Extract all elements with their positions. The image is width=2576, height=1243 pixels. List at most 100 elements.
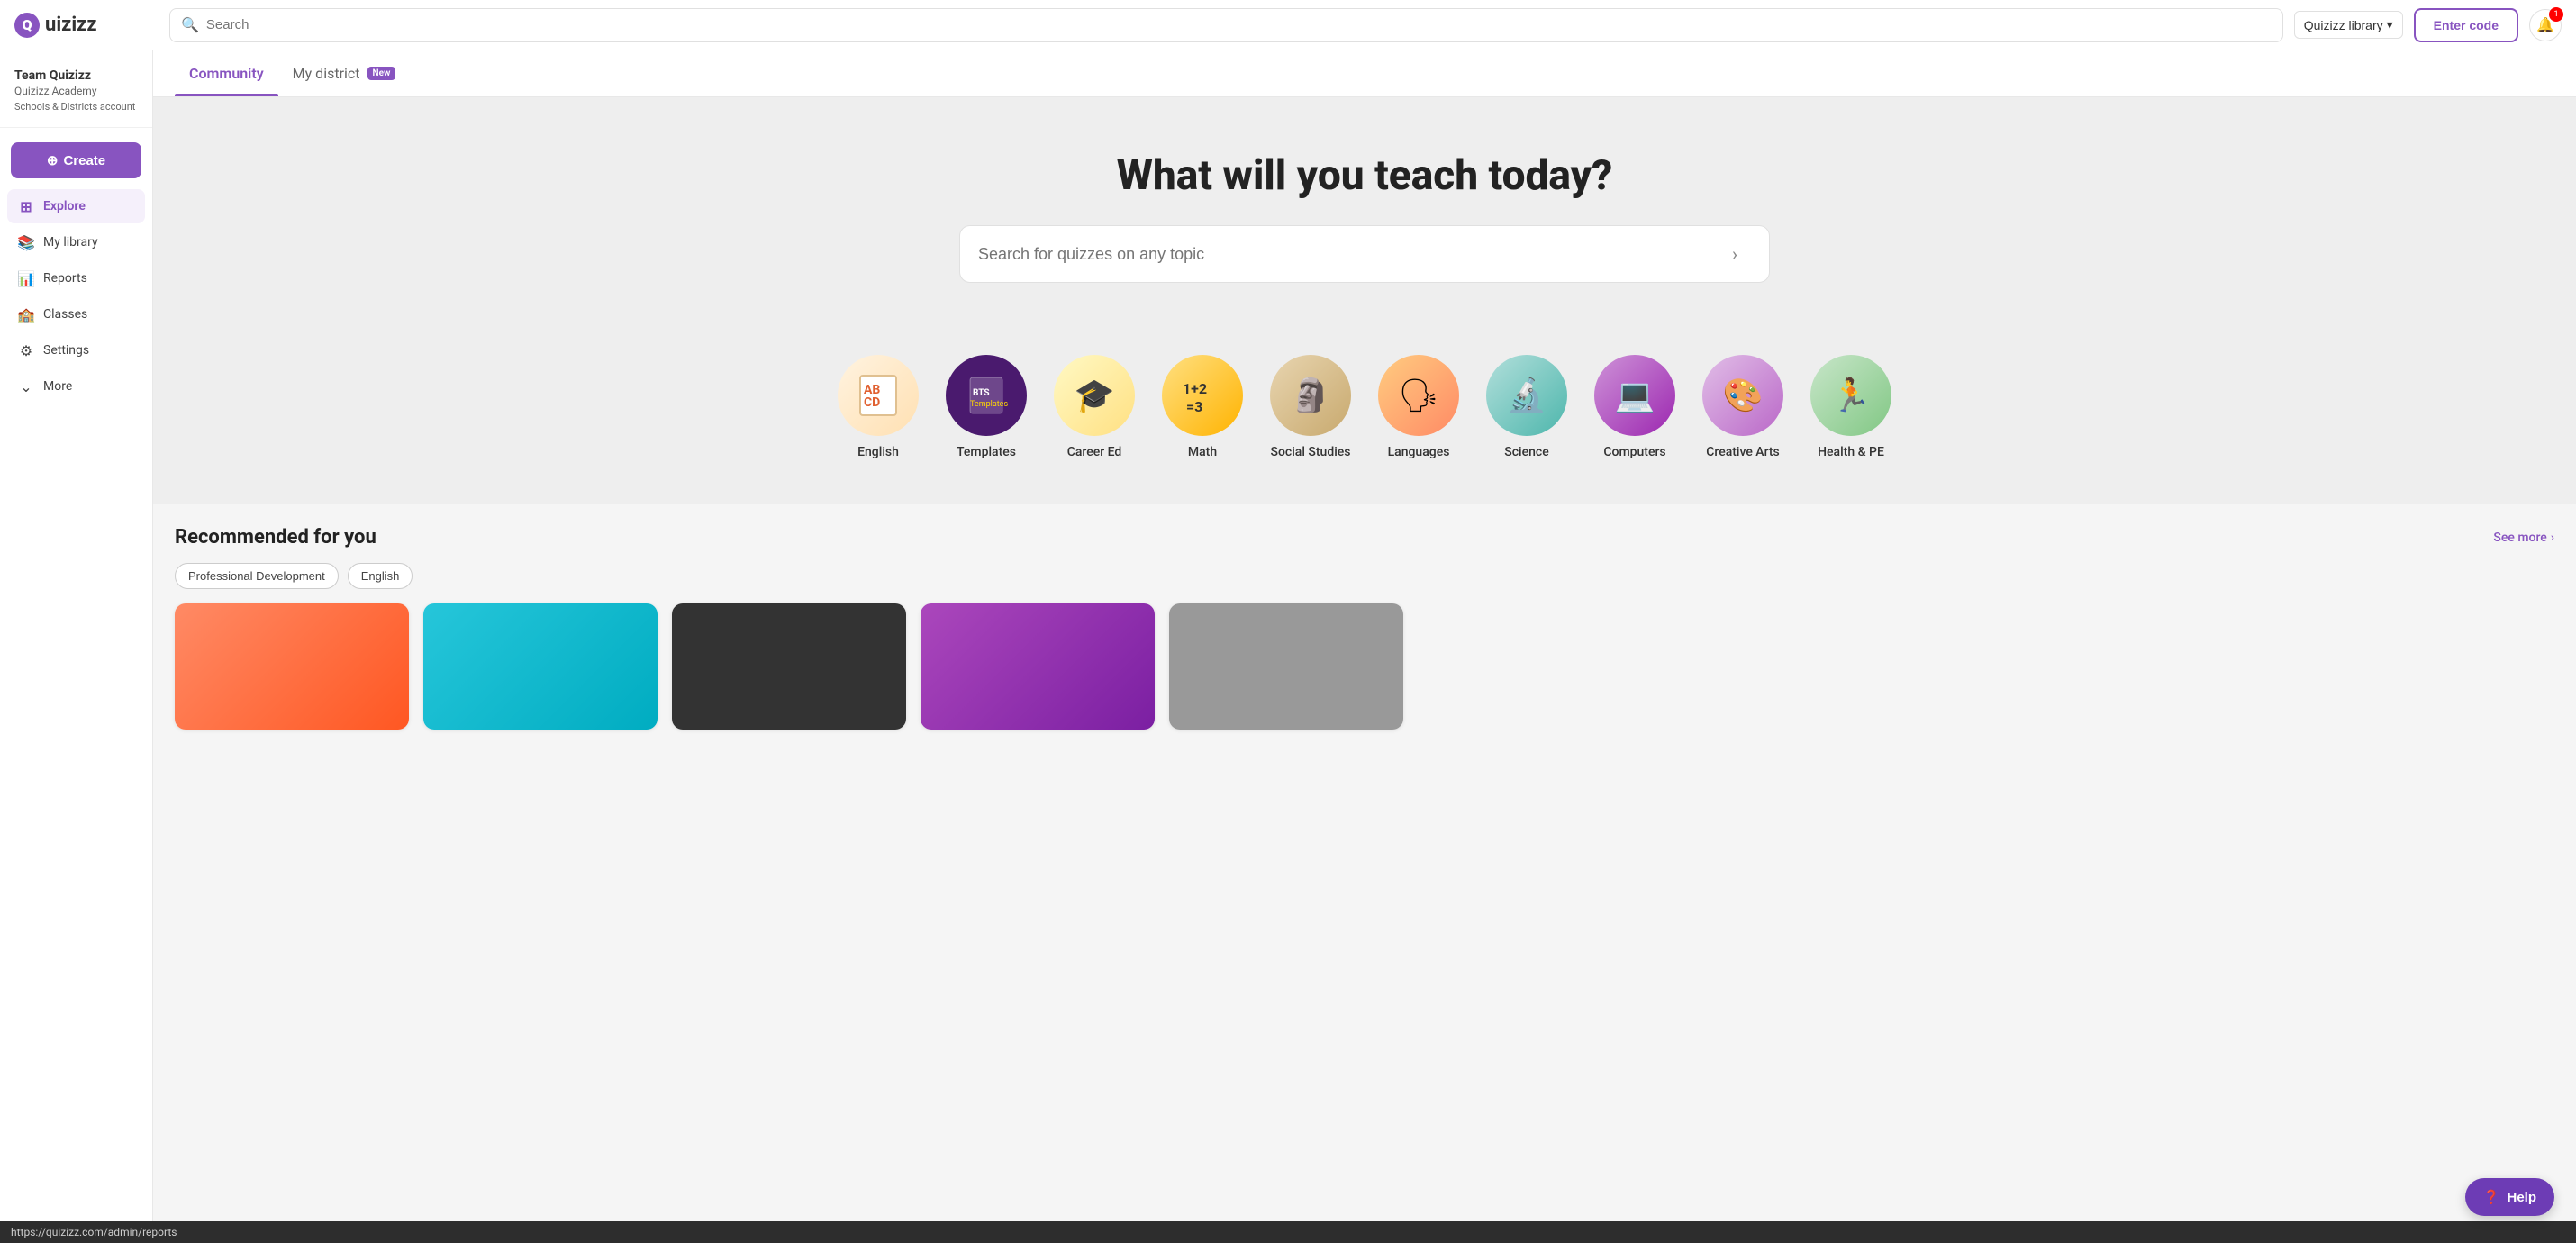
status-bar: https://quizizz.com/admin/reports [0, 1221, 2576, 1243]
category-languages-label: Languages [1388, 445, 1450, 459]
svg-text:=3: =3 [1186, 398, 1202, 415]
category-science[interactable]: 🔬 Science [1486, 355, 1567, 459]
svg-text:1+2: 1+2 [1183, 380, 1207, 397]
help-button[interactable]: ❓ Help [2465, 1178, 2554, 1216]
category-templates[interactable]: BTS Templates Templates [946, 355, 1027, 459]
sidebar: Team Quizizz Quizizz Academy Schools & D… [0, 50, 153, 1221]
tab-my-district[interactable]: My district New [278, 50, 411, 96]
category-math-icon: 1+2 =3 [1162, 355, 1243, 436]
library-label: Quizizz library [2304, 18, 2383, 32]
status-url: https://quizizz.com/admin/reports [11, 1226, 177, 1238]
filter-tag-professional-dev[interactable]: Professional Development [175, 563, 339, 589]
sidebar-nav: ⊞ Explore 📚 My library 📊 Reports 🏫 Class… [0, 189, 152, 404]
svg-text:BTS: BTS [973, 388, 990, 398]
hero-search[interactable]: › [959, 225, 1770, 283]
sidebar-reports-label: Reports [43, 271, 87, 286]
category-science-label: Science [1504, 445, 1548, 459]
user-org: Quizizz Academy [14, 85, 138, 97]
category-creative-arts[interactable]: 🎨 Creative Arts [1702, 355, 1783, 459]
category-creative-label: Creative Arts [1706, 445, 1780, 459]
quiz-cards [175, 603, 2554, 744]
category-english[interactable]: AB CD English [838, 355, 919, 459]
svg-text:CD: CD [864, 395, 880, 410]
category-templates-icon: BTS Templates [946, 355, 1027, 436]
filter-tag-english[interactable]: English [348, 563, 413, 589]
settings-icon: ⚙ [18, 342, 34, 358]
hero-section: What will you teach today? › [153, 97, 2576, 328]
quiz-card-2-thumb [423, 603, 658, 730]
new-badge: New [367, 67, 396, 80]
category-languages[interactable]: 🗣 Languages [1378, 355, 1459, 459]
quiz-card-4[interactable] [921, 603, 1155, 730]
create-label: Create [63, 153, 105, 168]
search-arrow-icon: › [1719, 238, 1751, 270]
sidebar-item-more[interactable]: ⌄ More [7, 369, 145, 404]
tabs-bar: Community My district New [153, 50, 2576, 97]
see-more-link[interactable]: See more › [2493, 531, 2554, 545]
plus-icon: ⊕ [47, 152, 59, 168]
category-computers-label: Computers [1603, 445, 1665, 459]
sidebar-settings-label: Settings [43, 343, 89, 358]
user-account-type: Schools & Districts account [14, 101, 138, 113]
category-career-ed[interactable]: 🎓 Career Ed [1054, 355, 1135, 459]
category-english-label: English [857, 445, 899, 459]
category-social-studies[interactable]: 🗿 Social Studies [1270, 355, 1351, 459]
category-health-label: Health & PE [1818, 445, 1884, 459]
enter-code-button[interactable]: Enter code [2414, 8, 2518, 42]
quiz-card-3-thumb [672, 603, 906, 730]
search-icon: 🔍 [181, 16, 199, 33]
district-tab-label: My district [293, 65, 360, 82]
quiz-card-5[interactable] [1169, 603, 1403, 730]
sidebar-more-label: More [43, 379, 72, 394]
search-bar[interactable]: 🔍 [169, 8, 2283, 42]
category-health-icon: 🏃 [1810, 355, 1891, 436]
recommended-section: Recommended for you See more › Professio… [153, 504, 2576, 744]
sidebar-item-my-library[interactable]: 📚 My library [7, 225, 145, 259]
sidebar-item-reports[interactable]: 📊 Reports [7, 261, 145, 295]
chevron-icon: ⌄ [18, 378, 34, 395]
category-social-label: Social Studies [1271, 445, 1351, 459]
logo: Q uizizz [14, 13, 159, 38]
quiz-card-1[interactable] [175, 603, 409, 730]
library-button[interactable]: Quizizz library ▾ [2294, 11, 2403, 39]
content: Community My district New What will you … [153, 50, 2576, 1221]
user-name: Team Quizizz [14, 68, 138, 83]
quiz-card-2[interactable] [423, 603, 658, 730]
category-science-icon: 🔬 [1486, 355, 1567, 436]
search-input[interactable] [206, 17, 2272, 32]
see-more-arrow: › [2551, 531, 2554, 545]
category-computers-icon: 💻 [1594, 355, 1675, 436]
community-tab-label: Community [189, 65, 264, 82]
category-computers[interactable]: 💻 Computers [1594, 355, 1675, 459]
notification-button[interactable]: 🔔 1 [2529, 9, 2562, 41]
library-icon: 📚 [18, 234, 34, 250]
recommended-header: Recommended for you See more › [175, 526, 2554, 549]
topbar: Q uizizz 🔍 Quizizz library ▾ Enter code … [0, 0, 2576, 50]
category-math-label: Math [1188, 445, 1217, 459]
tab-community[interactable]: Community [175, 50, 278, 96]
chevron-down-icon: ▾ [2387, 17, 2393, 32]
sidebar-user: Team Quizizz Quizizz Academy Schools & D… [0, 61, 152, 128]
quiz-card-3[interactable] [672, 603, 906, 730]
category-careered-icon: 🎓 [1054, 355, 1135, 436]
sidebar-item-explore[interactable]: ⊞ Explore [7, 189, 145, 223]
quiz-card-4-thumb [921, 603, 1155, 730]
category-english-icon: AB CD [838, 355, 919, 436]
sidebar-explore-label: Explore [43, 199, 86, 213]
explore-icon: ⊞ [18, 198, 34, 214]
help-icon: ❓ [2483, 1189, 2500, 1205]
logo-text: uizizz [45, 14, 97, 36]
hero-search-input[interactable] [978, 245, 1708, 264]
quiz-card-1-thumb [175, 603, 409, 730]
reports-icon: 📊 [18, 270, 34, 286]
svg-text:Templates: Templates [970, 400, 1008, 409]
create-button[interactable]: ⊕ Create [11, 142, 141, 178]
main-layout: Team Quizizz Quizizz Academy Schools & D… [0, 50, 2576, 1221]
hero-title: What will you teach today? [175, 151, 2554, 200]
sidebar-item-settings[interactable]: ⚙ Settings [7, 333, 145, 367]
category-careered-label: Career Ed [1067, 445, 1122, 459]
sidebar-item-classes[interactable]: 🏫 Classes [7, 297, 145, 331]
quiz-card-5-thumb [1169, 603, 1403, 730]
category-health-pe[interactable]: 🏃 Health & PE [1810, 355, 1891, 459]
category-math[interactable]: 1+2 =3 Math [1162, 355, 1243, 459]
